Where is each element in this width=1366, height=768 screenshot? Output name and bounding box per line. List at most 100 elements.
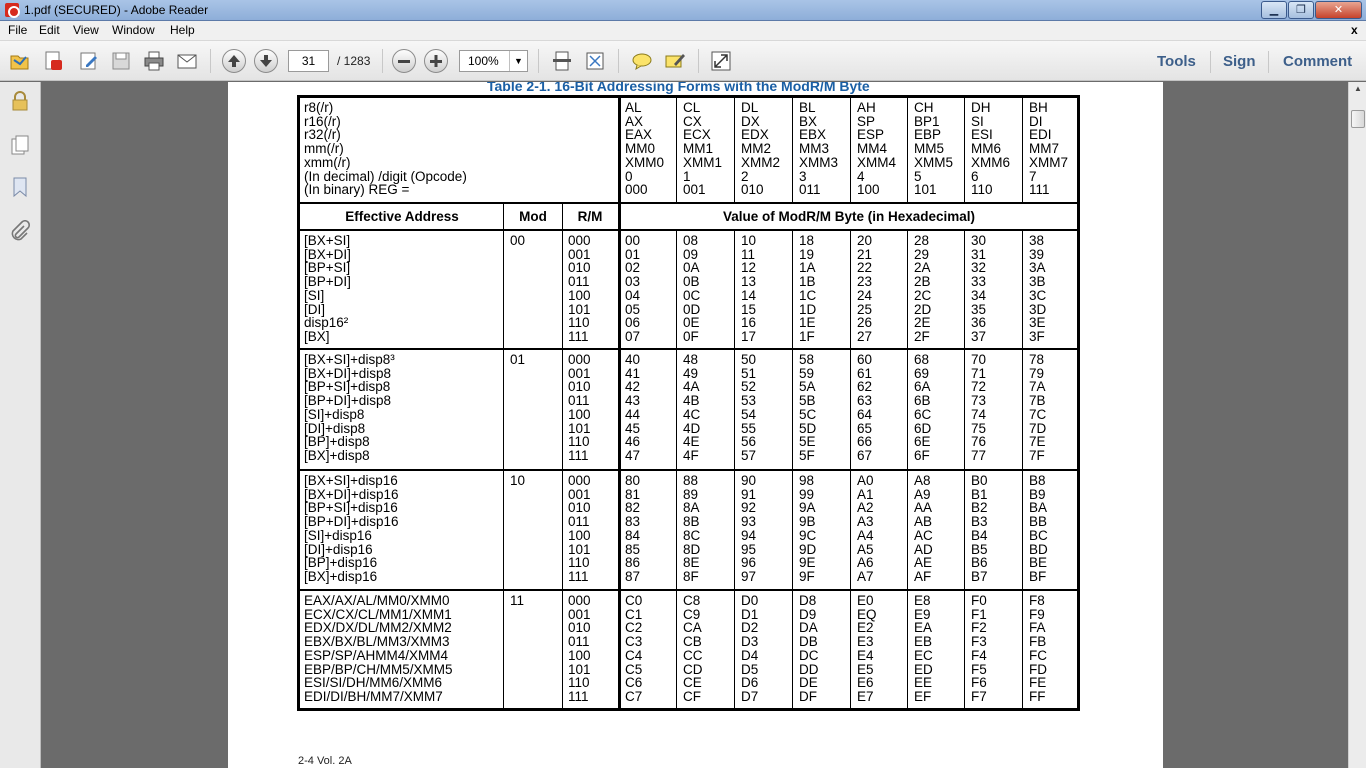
- highlight-icon[interactable]: [663, 49, 687, 73]
- modrm-hex-value: EC: [914, 647, 933, 663]
- menu-edit[interactable]: Edit: [39, 23, 60, 37]
- vertical-scrollbar[interactable]: ▲: [1348, 82, 1366, 768]
- modrm-hex-value: 3F: [1029, 328, 1045, 344]
- rm-cell: 000 001 010 011 100 101 110 111: [562, 231, 618, 348]
- reg-value: 001: [683, 182, 706, 198]
- zoom-in-icon[interactable]: [424, 49, 448, 73]
- pages-icon[interactable]: [9, 134, 31, 156]
- print-icon[interactable]: [142, 49, 166, 73]
- attachment-icon[interactable]: [9, 219, 31, 242]
- modrm-hex-value: A7: [857, 568, 874, 584]
- modrm-hex-value: AB: [914, 514, 933, 530]
- modrm-hex-value: AF: [914, 568, 932, 584]
- reg-value: 111: [1029, 182, 1050, 198]
- modrm-hex-value: 7B: [1029, 393, 1046, 409]
- modrm-hex-value: 04: [625, 287, 641, 303]
- bookmark-icon[interactable]: [9, 176, 31, 198]
- email-icon[interactable]: [175, 49, 199, 73]
- rm-value: 110: [568, 434, 590, 450]
- scroll-thumb[interactable]: [1351, 110, 1365, 128]
- modrm-value-column: 70 71 72 73 74 75 76 77: [967, 350, 1025, 469]
- zoom-out-icon[interactable]: [392, 49, 416, 73]
- close-button[interactable]: ✕: [1315, 1, 1362, 19]
- rm-cell: 000 001 010 011 100 101 110 111: [562, 350, 618, 469]
- reg-value: 5: [914, 168, 922, 184]
- effective-address: [BP+DI]: [304, 274, 351, 290]
- reg-value: BH: [1029, 100, 1048, 115]
- rm-value: 001: [568, 486, 591, 502]
- effective-address-cell: [BX+SI]+disp16 [BX+DI]+disp16 [BP+SI]+disp…: [300, 471, 503, 589]
- modrm-hex-value: 7E: [1029, 434, 1046, 450]
- edit-icon[interactable]: [77, 49, 101, 73]
- reg-value: EDI: [1029, 127, 1052, 143]
- prev-page-icon[interactable]: [222, 49, 246, 73]
- scroll-up-arrow[interactable]: ▲: [1351, 84, 1365, 98]
- modrm-hex-value: 1D: [799, 301, 817, 317]
- menu-view[interactable]: View: [73, 23, 99, 37]
- modrm-value-column: F0 F1 F2 F3 F4 F5 F6 F7: [967, 591, 1025, 708]
- modrm-hex-value: 43: [625, 393, 641, 409]
- modrm-hex-value: EA: [914, 620, 933, 636]
- modrm-hex-value: 88: [683, 473, 699, 488]
- reg-column: CL CX ECX MM1 XMM1 1 001: [679, 98, 737, 202]
- minimize-button[interactable]: ▁: [1261, 1, 1287, 19]
- modrm-hex-value: DA: [799, 620, 818, 636]
- menu-help[interactable]: Help: [170, 23, 195, 37]
- page-number-input[interactable]: 31: [288, 50, 329, 72]
- modrm-hex-value: 72: [971, 379, 987, 395]
- modrm-hex-value: 4A: [683, 379, 700, 395]
- document-view[interactable]: Table 2-1. 16-Bit Addressing Forms with …: [42, 82, 1348, 768]
- open-icon[interactable]: [8, 49, 32, 73]
- modrm-hex-value: D7: [741, 688, 759, 704]
- rm-value: 010: [568, 620, 591, 636]
- table-divider: [850, 591, 851, 708]
- table-divider: [850, 231, 851, 348]
- chevron-down-icon[interactable]: ▼: [509, 51, 527, 71]
- rm-cell: 000 001 010 011 100 101 110 111: [562, 591, 618, 708]
- select-icon[interactable]: [550, 49, 574, 73]
- modrm-hex-value: 96: [741, 555, 757, 571]
- fullscreen-icon[interactable]: [709, 49, 733, 73]
- effective-address: disp16²: [304, 315, 349, 331]
- effective-address: [BX]+disp8: [304, 447, 370, 463]
- create-pdf-icon[interactable]: [42, 49, 66, 73]
- rm-value: 001: [568, 246, 591, 262]
- modrm-hex-value: C9: [683, 606, 701, 622]
- close-document-button[interactable]: x: [1351, 23, 1358, 37]
- maximize-button[interactable]: ❐: [1288, 1, 1314, 19]
- modrm-hex-value: 55: [741, 420, 757, 436]
- effective-address: [SI]+disp16: [304, 527, 372, 543]
- next-page-icon[interactable]: [254, 49, 278, 73]
- modrm-hex-value: FE: [1029, 675, 1047, 691]
- reg-column: CH BP1 EBP MM5 XMM5 5 101: [910, 98, 968, 202]
- modrm-hex-value: 4E: [683, 434, 700, 450]
- mod-value: 10: [510, 473, 526, 488]
- modrm-value-column: 38 39 3A 3B 3C 3D 3E 3F: [1025, 231, 1083, 348]
- marquee-icon[interactable]: [583, 49, 607, 73]
- modrm-hex-value: 82: [625, 500, 641, 516]
- modrm-hex-value: 1B: [799, 274, 816, 290]
- modrm-hex-value: 42: [625, 379, 641, 395]
- table-divider: [734, 98, 735, 202]
- modrm-table: r8(/r) r16(/r) r32(/r) mm(/r) xmm(/r) (In dec…: [297, 95, 1080, 711]
- modrm-hex-value: F6: [971, 675, 987, 691]
- modrm-hex-value: 50: [741, 352, 757, 367]
- tools-link[interactable]: Tools: [1157, 53, 1196, 70]
- sign-link[interactable]: Sign: [1223, 53, 1256, 70]
- effective-address: [DI]+disp8: [304, 420, 366, 436]
- comment-link[interactable]: Comment: [1283, 53, 1352, 70]
- modrm-hex-value: E3: [857, 634, 874, 650]
- effective-address: EBX/BX/BL/MM3/XMM3: [304, 634, 450, 650]
- save-icon[interactable]: [109, 49, 133, 73]
- zoom-select[interactable]: 100% ▼: [459, 50, 528, 72]
- table-divider: [792, 231, 793, 348]
- menu-file[interactable]: File: [8, 23, 27, 37]
- lock-icon[interactable]: [9, 90, 31, 112]
- rm-value: 000: [568, 233, 591, 248]
- table-divider: [792, 98, 793, 202]
- reg-value: CL: [683, 100, 701, 115]
- menu-window[interactable]: Window: [112, 23, 155, 37]
- reg-value: BL: [799, 100, 816, 115]
- comment-icon[interactable]: [630, 49, 654, 73]
- modrm-hex-value: 5D: [799, 420, 817, 436]
